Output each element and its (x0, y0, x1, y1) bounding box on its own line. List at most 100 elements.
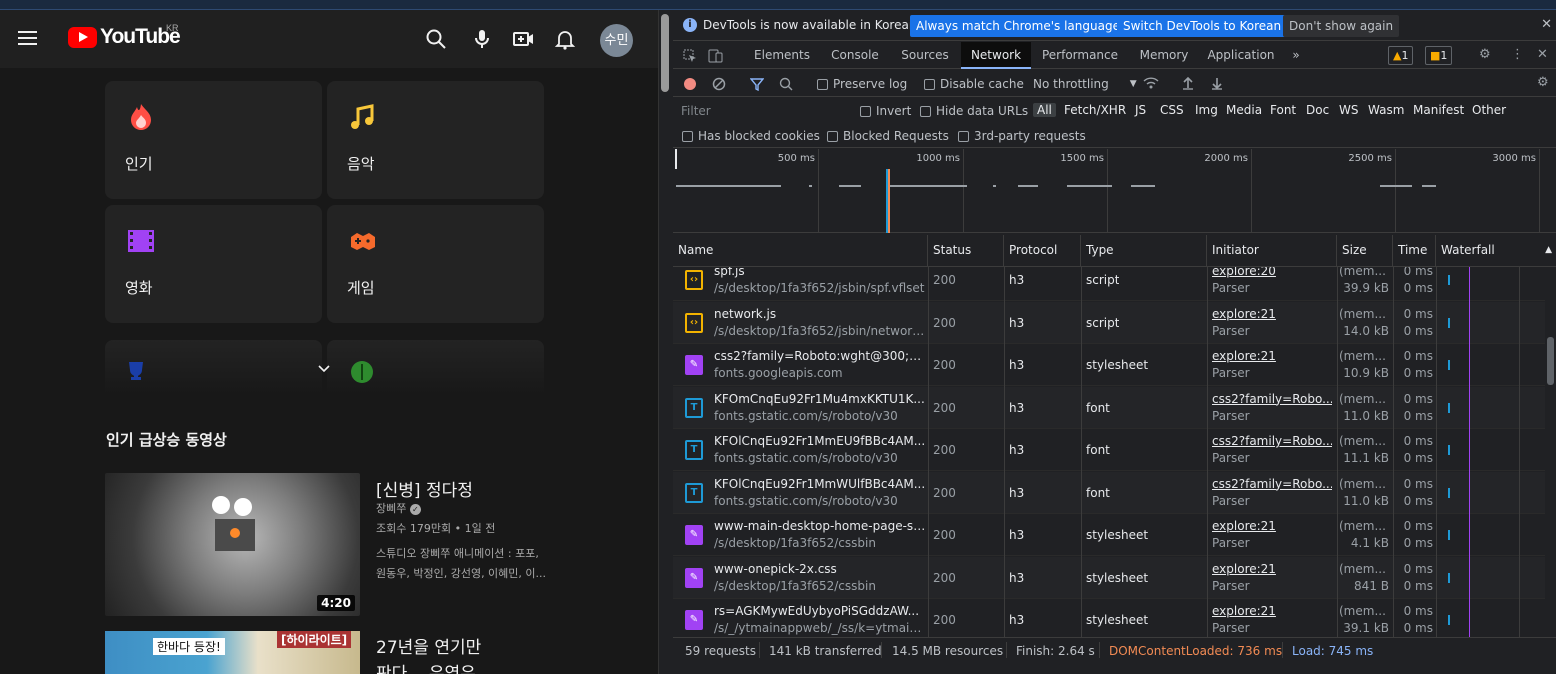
table-row[interactable]: ‹› spf.js/s/desktop/1fa3f652/jsbin/spf.vf… (673, 267, 1545, 301)
column-header-protocol[interactable]: Protocol (1004, 235, 1081, 267)
invert-checkbox[interactable]: Invert (860, 104, 911, 118)
table-row[interactable]: ✎ www-onepick-2x.css/s/desktop/1fa3f652/c… (673, 556, 1545, 599)
throttling-select[interactable]: No throttling ▼ (1033, 77, 1137, 91)
dont-show-again-button[interactable]: Don't show again (1283, 15, 1400, 37)
filter-input[interactable]: Filter (677, 101, 845, 121)
request-initiator-link[interactable]: explore:21 (1212, 519, 1332, 533)
filter-type-js[interactable]: JS (1135, 103, 1146, 117)
page-scrollbar[interactable] (658, 10, 672, 674)
device-toolbar-icon[interactable] (708, 49, 723, 63)
column-header-status[interactable]: Status (928, 235, 1004, 267)
clear-icon[interactable] (712, 77, 726, 91)
search-icon[interactable] (425, 28, 447, 50)
filter-type-img[interactable]: Img (1195, 103, 1218, 117)
switch-to-korean-button[interactable]: Switch DevTools to Korean (1117, 15, 1288, 37)
request-name[interactable]: KFOlCnqEu92Fr1MmWUlfBBc4AM... (714, 477, 926, 491)
more-categories-row[interactable] (105, 340, 545, 395)
requests-scrollbar[interactable] (1545, 267, 1556, 637)
tab-elements[interactable]: Elements (747, 42, 817, 69)
request-name[interactable]: www-main-desktop-home-page-sk... (714, 519, 926, 533)
search-icon[interactable] (779, 77, 793, 91)
close-icon[interactable]: ✕ (1541, 17, 1552, 32)
sort-ascending-icon[interactable]: ▲ (1545, 235, 1552, 265)
column-header-time[interactable]: Time (1393, 235, 1436, 267)
request-initiator-link[interactable]: explore:20 (1212, 267, 1332, 278)
youtube-logo-icon[interactable] (68, 27, 97, 48)
request-initiator-link[interactable]: css2?family=Robo... (1212, 477, 1332, 491)
settings-gear-icon[interactable]: ⚙ (1479, 47, 1491, 62)
filter-type-all[interactable]: All (1033, 103, 1056, 117)
request-name[interactable]: www-onepick-2x.css (714, 562, 926, 576)
close-devtools-icon[interactable]: ✕ (1537, 47, 1548, 62)
record-icon[interactable] (684, 78, 696, 90)
hide-data-urls-checkbox[interactable]: Hide data URLs (920, 104, 1028, 118)
blocked-requests-checkbox[interactable]: Blocked Requests (827, 129, 949, 143)
import-har-icon[interactable] (1182, 76, 1194, 90)
table-row[interactable]: T KFOmCnqEu92Fr1Mu4mxKKTU1K... fonts.gstat… (673, 386, 1545, 429)
column-header-type[interactable]: Type (1081, 235, 1207, 267)
column-header-initiator[interactable]: Initiator (1207, 235, 1337, 267)
video-title[interactable]: [신병] 정다정 (376, 476, 473, 501)
more-options-icon[interactable]: ⋮ (1511, 47, 1524, 62)
category-card-movies[interactable]: 영화 (105, 205, 322, 323)
request-name[interactable]: KFOlCnqEu92Fr1MmEU9fBBc4AM... (714, 434, 926, 448)
table-row[interactable]: ‹› network.js/s/desktop/1fa3f652/jsbin/ne… (673, 301, 1545, 344)
column-header-waterfall[interactable]: Waterfall ▲ (1436, 235, 1556, 267)
more-tabs-icon[interactable]: » (1287, 42, 1305, 69)
request-initiator-link[interactable]: explore:21 (1212, 307, 1332, 321)
create-video-icon[interactable] (512, 28, 534, 50)
warnings-badge[interactable]: ▲1 (1388, 46, 1414, 65)
filter-type-css[interactable]: CSS (1160, 103, 1184, 117)
inspect-element-icon[interactable] (683, 49, 697, 63)
tab-memory[interactable]: Memory (1133, 42, 1195, 69)
avatar[interactable]: 수민 (600, 24, 633, 57)
network-settings-gear-icon[interactable]: ⚙ (1537, 75, 1549, 90)
scrollbar-thumb[interactable] (1547, 337, 1554, 385)
video-thumbnail[interactable]: 4:20 (105, 473, 360, 616)
chevron-down-icon[interactable] (317, 362, 331, 376)
table-row[interactable]: ✎ rs=AGKMywEdUybyoPiSGddzAW... /s/_/ytmain… (673, 599, 1545, 637)
request-name[interactable]: network.js (714, 307, 926, 321)
tab-network[interactable]: Network (961, 42, 1031, 69)
table-row[interactable]: T KFOlCnqEu92Fr1MmWUlfBBc4AM... fonts.gsta… (673, 471, 1545, 514)
request-name[interactable]: spf.js (714, 267, 926, 278)
request-name[interactable]: rs=AGKMywEdUybyoPiSGddzAW... (714, 604, 926, 618)
scrollbar-thumb[interactable] (661, 14, 669, 92)
has-blocked-cookies-checkbox[interactable]: Has blocked cookies (682, 129, 820, 143)
filter-type-media[interactable]: Media (1226, 103, 1262, 117)
table-row[interactable]: ✎ css2?family=Roboto:wght@300;40... fonts.… (673, 344, 1545, 386)
network-overview-timeline[interactable]: 500 ms 1000 ms 1500 ms 2000 ms 2500 ms 3… (673, 149, 1556, 233)
filter-type-font[interactable]: Font (1270, 103, 1296, 117)
video-title[interactable]: 27년을 연기만 판다... 우영우 (376, 635, 481, 674)
microphone-icon[interactable] (471, 28, 493, 50)
third-party-requests-checkbox[interactable]: 3rd-party requests (958, 129, 1086, 143)
filter-type-doc[interactable]: Doc (1306, 103, 1329, 117)
category-card-gaming[interactable]: 게임 (327, 205, 544, 323)
disable-cache-checkbox[interactable]: Disable cache (924, 77, 1024, 91)
table-row[interactable]: ✎ www-main-desktop-home-page-sk... /s/desk… (673, 514, 1545, 556)
tab-performance[interactable]: Performance (1037, 42, 1123, 69)
video-thumbnail[interactable]: 한바다 등장! [하이라이트] (105, 631, 360, 674)
network-conditions-icon[interactable] (1143, 76, 1159, 90)
column-header-name[interactable]: Name (673, 235, 928, 267)
issues-badge[interactable]: ■1 (1425, 46, 1453, 65)
category-card-trending[interactable]: 인기 (105, 81, 322, 199)
request-name[interactable]: css2?family=Roboto:wght@300;40... (714, 349, 926, 363)
filter-type-other[interactable]: Other (1472, 103, 1506, 117)
filter-type-ws[interactable]: WS (1339, 103, 1358, 117)
request-name[interactable]: KFOmCnqEu92Fr1Mu4mxKKTU1K... (714, 392, 926, 406)
always-match-language-button[interactable]: Always match Chrome's language (910, 15, 1126, 37)
channel-name[interactable]: 장삐쭈 ✓ (376, 500, 421, 516)
tab-sources[interactable]: Sources (894, 42, 956, 69)
category-card-music[interactable]: 음악 (327, 81, 544, 199)
request-initiator-link[interactable]: explore:21 (1212, 349, 1332, 363)
notifications-bell-icon[interactable] (554, 28, 576, 50)
preserve-log-checkbox[interactable]: Preserve log (817, 77, 907, 91)
table-row[interactable]: T KFOlCnqEu92Fr1MmEU9fBBc4AM... fonts.gsta… (673, 429, 1545, 471)
tab-application[interactable]: Application (1201, 42, 1281, 69)
request-initiator-link[interactable]: css2?family=Robo... (1212, 434, 1332, 448)
column-header-size[interactable]: Size (1337, 235, 1393, 267)
request-initiator-link[interactable]: css2?family=Robo... (1212, 392, 1332, 406)
request-initiator-link[interactable]: explore:21 (1212, 562, 1332, 576)
filter-type-wasm[interactable]: Wasm (1368, 103, 1404, 117)
